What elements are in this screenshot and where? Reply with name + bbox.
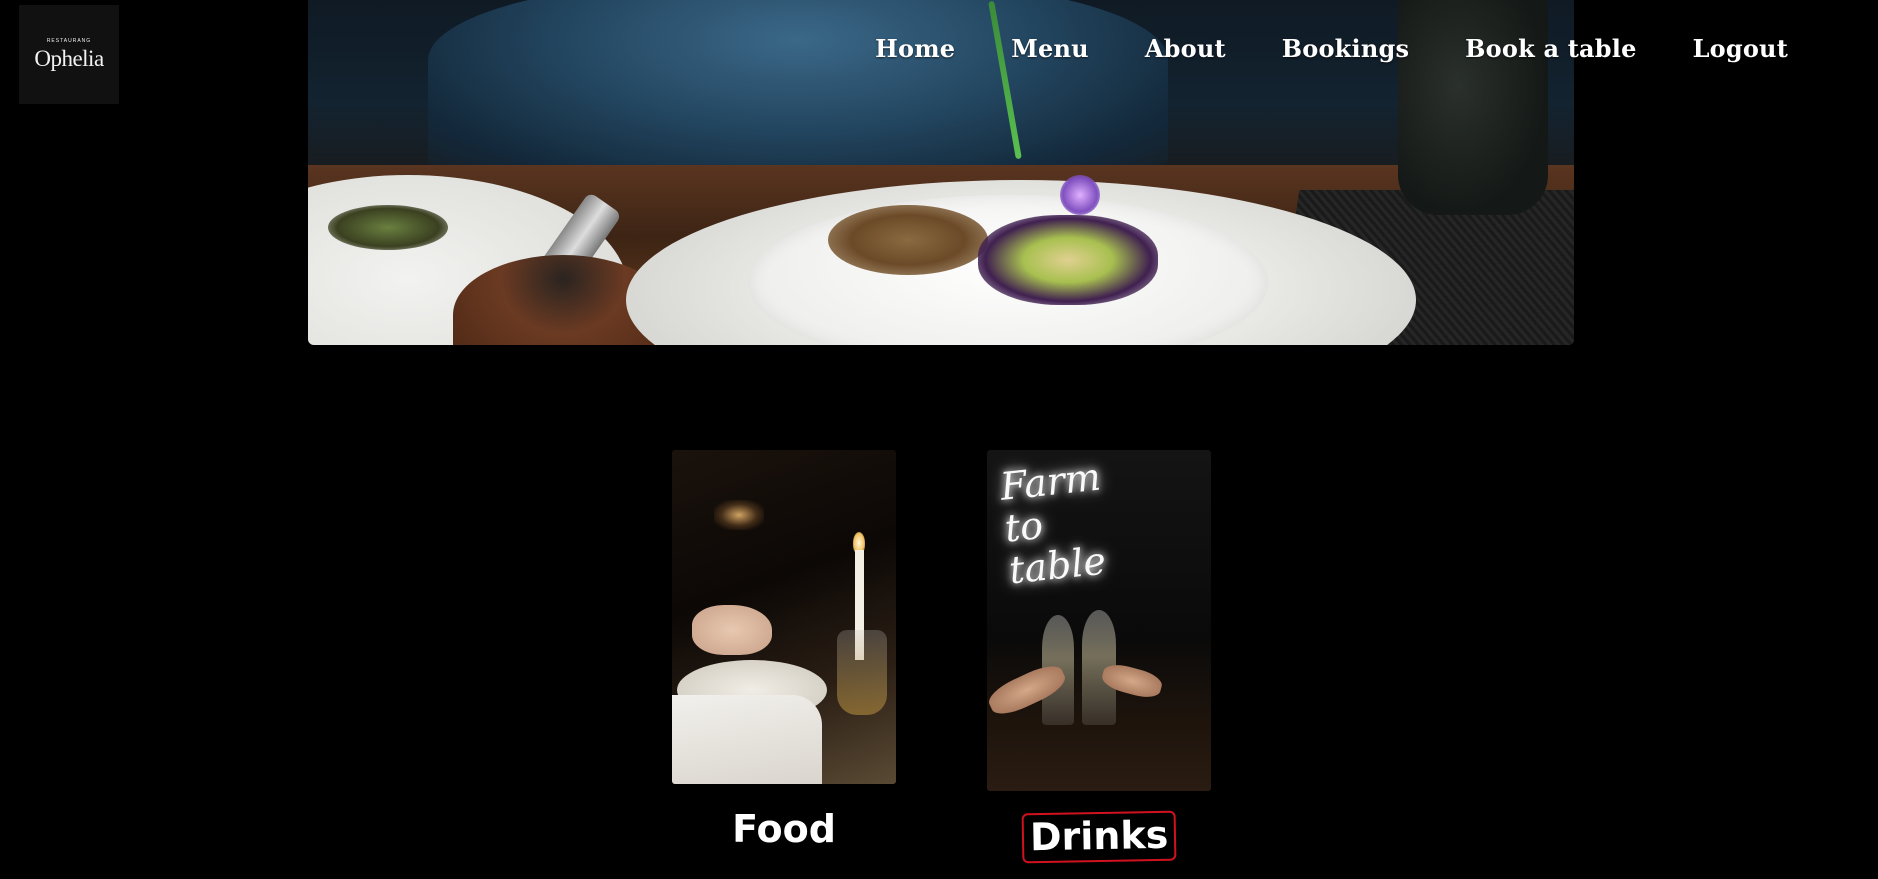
dark-vase — [1398, 0, 1548, 215]
nav-bookings[interactable]: Bookings — [1282, 34, 1409, 63]
diner-sleeve — [672, 695, 822, 784]
nav-book-a-table[interactable]: Book a table — [1465, 34, 1636, 63]
category-card-food[interactable]: Food — [672, 450, 896, 851]
dinner-candle-photo-icon[interactable] — [672, 450, 896, 784]
category-label-food[interactable]: Food — [672, 807, 896, 851]
edible-flower — [1060, 175, 1100, 215]
category-label-wrap: Drinks — [987, 810, 1211, 864]
brand-logo[interactable]: RESTAURANG Ophelia — [19, 5, 119, 104]
nav-menu[interactable]: Menu — [1011, 34, 1089, 63]
side-plate-food — [328, 205, 448, 250]
nav-about[interactable]: About — [1145, 34, 1226, 63]
page: RESTAURANG Ophelia Home Menu About Booki… — [0, 0, 1878, 879]
main-plate-food — [828, 205, 988, 275]
neon-sign: Farm to table — [998, 454, 1108, 593]
wine-glass — [837, 630, 887, 715]
wine-toast-photo-icon[interactable]: Farm to table — [987, 450, 1211, 791]
main-plate-garnish — [978, 215, 1158, 305]
main-nav: Home Menu About Bookings Book a table Lo… — [875, 34, 1788, 63]
brand-name: Ophelia — [34, 45, 104, 71]
diner-hand — [692, 605, 772, 655]
candle-lights — [714, 500, 764, 530]
chef-figure — [428, 0, 1168, 180]
nav-home[interactable]: Home — [875, 34, 955, 63]
category-card-drinks[interactable]: Farm to table Drinks — [987, 450, 1211, 864]
nav-logout[interactable]: Logout — [1693, 34, 1788, 63]
category-label-drinks[interactable]: Drinks — [1021, 810, 1177, 864]
brand-tagline: RESTAURANG — [46, 37, 92, 44]
